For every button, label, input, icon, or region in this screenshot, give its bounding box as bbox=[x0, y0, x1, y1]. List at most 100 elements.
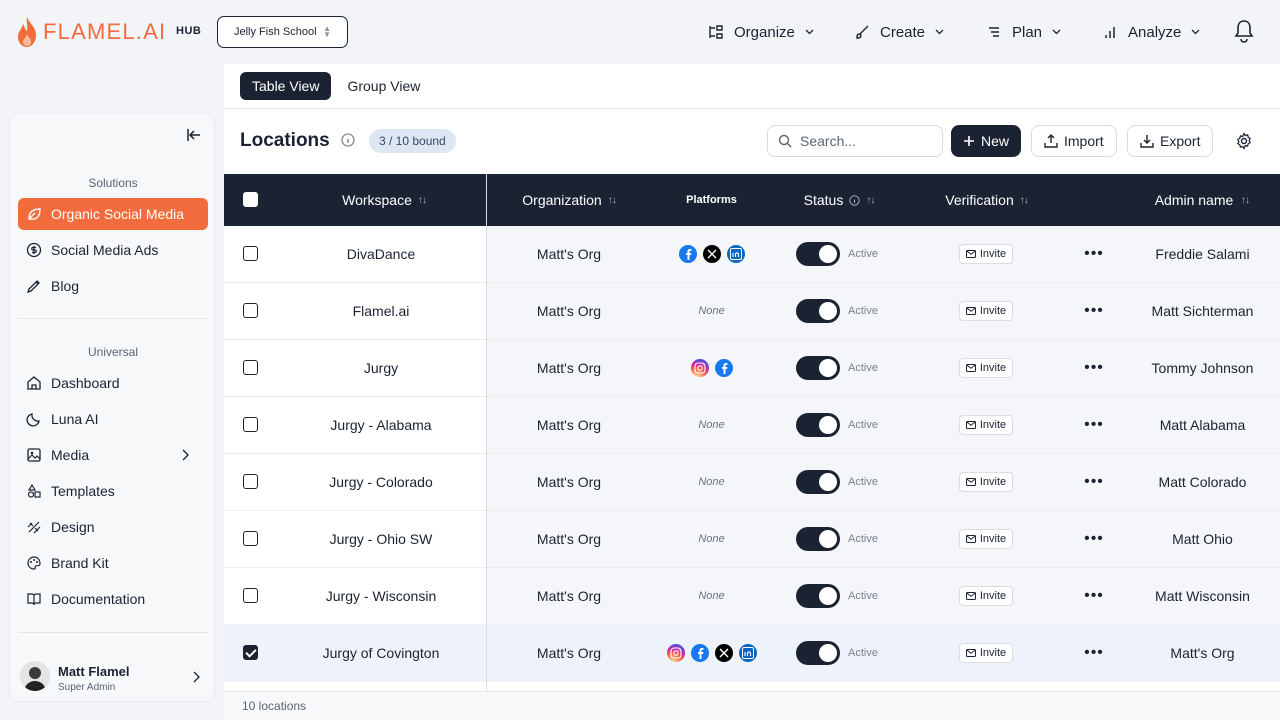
col-admin-name[interactable]: Admin name bbox=[1154, 174, 1234, 226]
search-box[interactable] bbox=[767, 125, 943, 157]
status-toggle[interactable] bbox=[796, 413, 840, 437]
export-button[interactable]: Export bbox=[1127, 125, 1214, 157]
row-checkbox[interactable] bbox=[243, 588, 258, 603]
col-status[interactable]: Status ↑↓ bbox=[779, 174, 899, 226]
mail-icon bbox=[965, 649, 976, 657]
sidebar-item-design[interactable]: Design bbox=[18, 511, 208, 543]
facebook-icon bbox=[678, 245, 697, 263]
user-profile[interactable]: Matt Flamel Super Admin bbox=[18, 654, 208, 698]
verification-cell: Invite bbox=[936, 226, 1036, 282]
bell-icon[interactable] bbox=[1233, 19, 1255, 43]
status-toggle[interactable] bbox=[796, 527, 840, 551]
sort-icon: ↑↓ bbox=[607, 194, 617, 206]
workspace-cell[interactable]: Jurgy - Colorado bbox=[281, 454, 481, 510]
row-checkbox[interactable] bbox=[243, 246, 258, 261]
status-toggle[interactable] bbox=[796, 299, 840, 323]
row-actions[interactable]: ••• bbox=[1079, 397, 1109, 453]
invite-button[interactable]: Invite bbox=[958, 415, 1014, 435]
col-admin-sort[interactable]: ↑↓ bbox=[1232, 174, 1252, 226]
workspace-cell[interactable]: Flamel.ai bbox=[281, 283, 481, 339]
invite-button[interactable]: Invite bbox=[958, 586, 1014, 606]
sidebar-item-social-media-ads[interactable]: Social Media Ads bbox=[18, 234, 208, 266]
user-role: Super Admin bbox=[58, 682, 116, 693]
workspace-select[interactable]: Jelly Fish School ▲ ▼ bbox=[217, 16, 348, 48]
invite-button[interactable]: Invite bbox=[958, 472, 1014, 492]
invite-button[interactable]: Invite bbox=[958, 301, 1014, 321]
sidebar-item-luna-ai[interactable]: Luna AI bbox=[18, 403, 208, 435]
invite-button[interactable]: Invite bbox=[958, 529, 1014, 549]
table-row[interactable]: DivaDance Matt's Org Active Invite ••• Freddi… bbox=[224, 226, 1280, 283]
tab-group-view[interactable]: Group View bbox=[335, 72, 432, 100]
row-checkbox[interactable] bbox=[243, 474, 258, 489]
status-toggle[interactable] bbox=[796, 356, 840, 380]
row-checkbox[interactable] bbox=[243, 360, 258, 375]
sidebar-item-brand-kit[interactable]: Brand Kit bbox=[18, 547, 208, 579]
row-checkbox[interactable] bbox=[243, 645, 258, 660]
invite-button[interactable]: Invite bbox=[958, 643, 1014, 663]
sidebar-item-templates[interactable]: Templates bbox=[18, 475, 208, 507]
table-row[interactable]: Jurgy Matt's Org Active Invite ••• Tommy John… bbox=[224, 340, 1280, 397]
invite-button[interactable]: Invite bbox=[958, 358, 1014, 378]
gear-icon[interactable] bbox=[1235, 132, 1253, 150]
status-toggle[interactable] bbox=[796, 470, 840, 494]
workspace-cell[interactable]: Jurgy - Alabama bbox=[281, 397, 481, 453]
bound-badge: 3 / 10 bound bbox=[369, 129, 456, 153]
search-input[interactable] bbox=[800, 133, 930, 149]
nav-analyze[interactable]: Analyze bbox=[1102, 20, 1210, 44]
col-organization[interactable]: Organization ↑↓ bbox=[494, 174, 644, 226]
new-button[interactable]: New bbox=[951, 125, 1022, 157]
row-actions[interactable]: ••• bbox=[1079, 511, 1109, 567]
status-toggle[interactable] bbox=[796, 641, 840, 665]
status-cell: Active bbox=[796, 454, 896, 510]
row-checkbox[interactable] bbox=[243, 303, 258, 318]
sidebar-item-blog[interactable]: Blog bbox=[18, 270, 208, 302]
status-toggle[interactable] bbox=[796, 584, 840, 608]
workspace-cell[interactable]: DivaDance bbox=[281, 226, 481, 282]
row-actions[interactable]: ••• bbox=[1079, 568, 1109, 624]
import-button[interactable]: Import bbox=[1031, 125, 1117, 157]
table-row[interactable]: Jurgy - Colorado Matt's Org None Active Invi… bbox=[224, 454, 1280, 511]
collapse-sidebar-icon[interactable] bbox=[186, 128, 202, 142]
table-row[interactable]: Jurgy - Wisconsin Matt's Org None Active Inv… bbox=[224, 568, 1280, 625]
invite-button[interactable]: Invite bbox=[958, 244, 1014, 264]
info-icon bbox=[849, 194, 861, 206]
tab-table-view[interactable]: Table View bbox=[240, 72, 332, 100]
workspace-cell[interactable]: Jurgy of Covington bbox=[281, 625, 481, 681]
select-all-checkbox[interactable] bbox=[243, 192, 258, 207]
row-actions[interactable]: ••• bbox=[1079, 340, 1109, 396]
mail-icon bbox=[965, 421, 976, 429]
sidebar-divider bbox=[18, 318, 208, 319]
table-row[interactable]: Jurgy of Covington Matt's Org Active Invite… bbox=[224, 625, 1280, 682]
col-workspace[interactable]: Workspace ↑↓ bbox=[284, 174, 484, 226]
table-row[interactable]: Jurgy - Alabama Matt's Org None Active Invit… bbox=[224, 397, 1280, 454]
col-verification[interactable]: Verification ↑↓ bbox=[924, 174, 1049, 226]
sidebar-item-media[interactable]: Media bbox=[18, 439, 208, 471]
col-organization-label: Organization bbox=[522, 192, 602, 208]
sidebar-item-dashboard[interactable]: Dashboard bbox=[18, 367, 208, 399]
workspace-cell[interactable]: Jurgy - Wisconsin bbox=[281, 568, 481, 624]
platforms-cell bbox=[654, 625, 769, 681]
status-toggle[interactable] bbox=[796, 242, 840, 266]
info-icon[interactable] bbox=[341, 133, 355, 147]
table-row[interactable]: Flamel.ai Matt's Org None Active Invite ••• Ma… bbox=[224, 283, 1280, 340]
organization-cell: Matt's Org bbox=[536, 417, 602, 433]
table-row[interactable]: Jurgy - Ohio SW Matt's Org None Active Invit… bbox=[224, 511, 1280, 568]
brand-logo[interactable]: FLAMEL.AI bbox=[16, 16, 166, 48]
nav-organize[interactable]: Organize bbox=[708, 20, 824, 44]
nav-plan[interactable]: Plan bbox=[986, 20, 1071, 44]
row-actions[interactable]: ••• bbox=[1079, 283, 1109, 339]
row-actions[interactable]: ••• bbox=[1079, 226, 1109, 282]
row-actions[interactable]: ••• bbox=[1079, 454, 1109, 510]
platforms-cell: None bbox=[654, 511, 769, 567]
workspace-cell[interactable]: Jurgy bbox=[281, 340, 481, 396]
row-checkbox[interactable] bbox=[243, 531, 258, 546]
sidebar-item-organic-social-media[interactable]: Organic Social Media bbox=[18, 198, 208, 230]
sidebar-item-label: Media bbox=[51, 447, 90, 463]
status-cell: Active bbox=[796, 397, 896, 453]
mail-icon bbox=[965, 307, 976, 315]
row-checkbox[interactable] bbox=[243, 417, 258, 432]
sidebar-item-documentation[interactable]: Documentation bbox=[18, 583, 208, 615]
row-actions[interactable]: ••• bbox=[1079, 625, 1109, 681]
workspace-cell[interactable]: Jurgy - Ohio SW bbox=[281, 511, 481, 567]
nav-create[interactable]: Create bbox=[854, 20, 954, 44]
